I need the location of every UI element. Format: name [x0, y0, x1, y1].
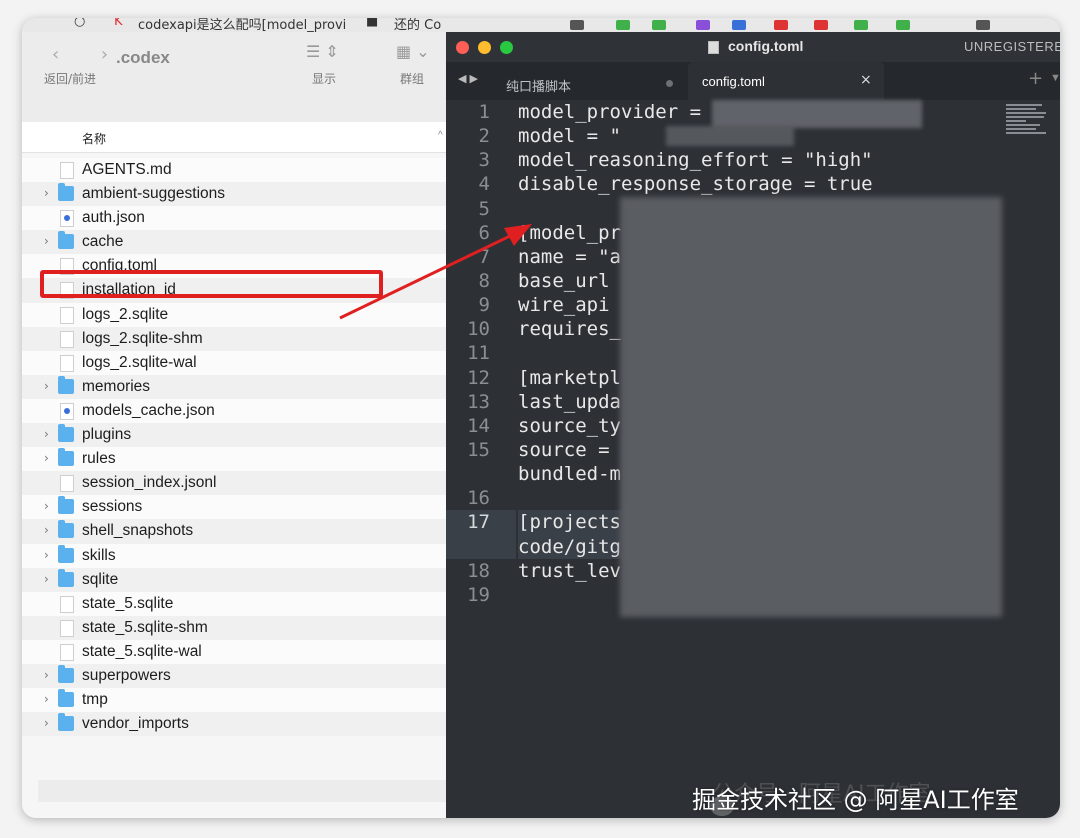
screenshot-frame: ○ K codexapi是这么配吗[model_provi ■ 还的 Co ‹ … — [22, 18, 1060, 818]
pointer-arrow — [339, 224, 532, 320]
watermark: 掘金技术社区 @ 阿星AI工作室 — [692, 786, 1019, 814]
